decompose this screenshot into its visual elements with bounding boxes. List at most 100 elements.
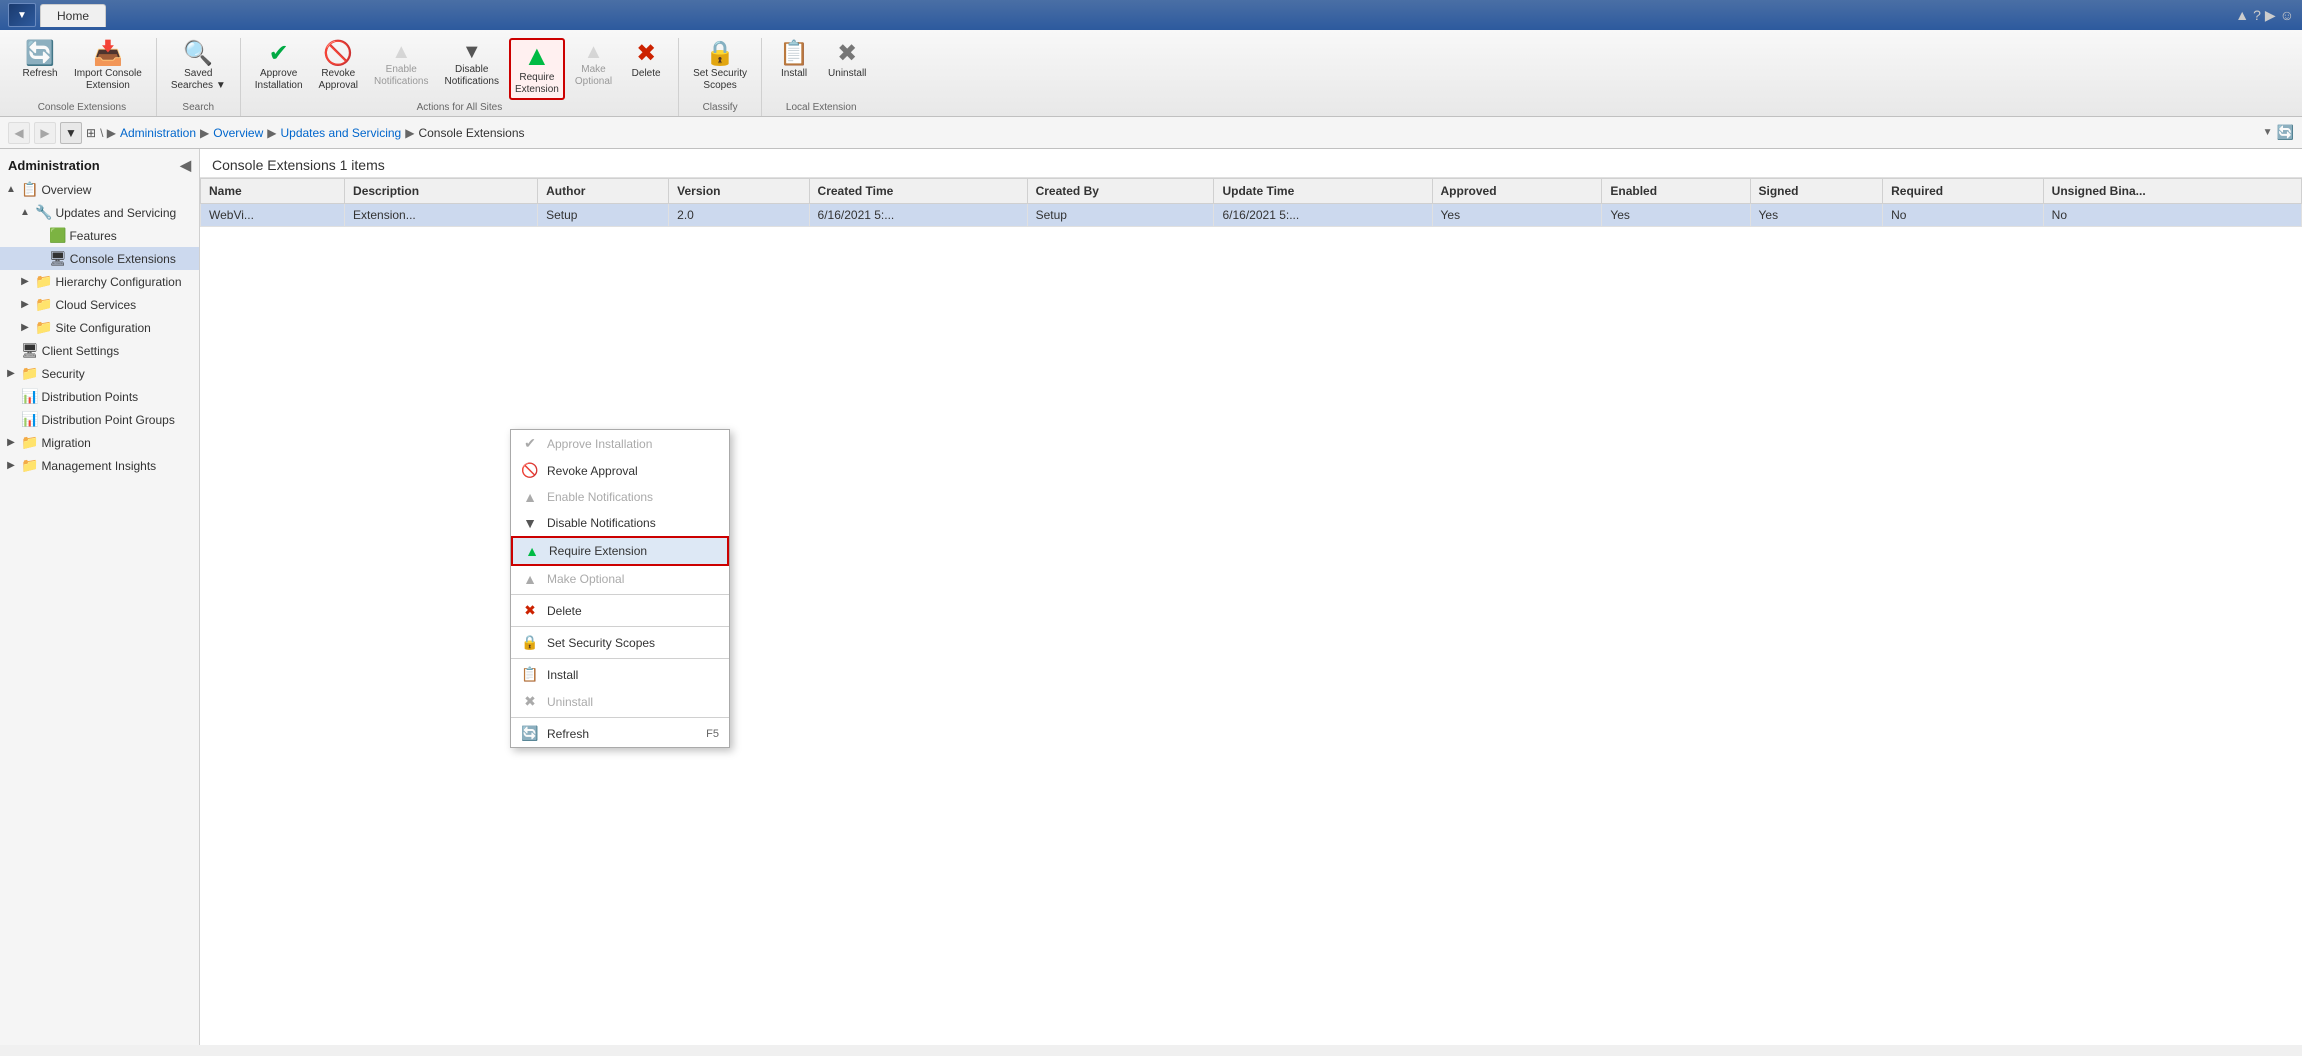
ribbon-group-label-local: Local Extension [786,102,857,116]
refresh-button[interactable]: 🔄 Refresh [16,38,64,84]
saved-searches-button[interactable]: 🔍 SavedSearches ▼ [165,38,232,96]
cell-update-time: 6/16/2021 5:... [1214,204,1432,227]
title-bar: ▼ Home ▲ ? ▶ ☺ [0,0,2302,30]
breadcrumb-overview[interactable]: Overview [213,126,263,140]
cell-approved: Yes [1432,204,1602,227]
sidebar-item-updates-servicing[interactable]: ▲ 🔧 Updates and Servicing [0,201,199,224]
ctx-refresh[interactable]: 🔄 Refresh F5 [511,720,729,747]
ctx-approve-installation[interactable]: ✔ Approve Installation [511,430,729,457]
ctx-set-security-scopes[interactable]: 🔒 Set Security Scopes [511,629,729,656]
user-btn[interactable]: ☺ [2280,7,2294,23]
ctx-uninstall[interactable]: ✖ Uninstall [511,688,729,715]
sidebar-item-migration[interactable]: ▶ 📁 Migration [0,431,199,454]
ctx-require-label: Require Extension [549,544,647,558]
sidebar-item-distribution-points[interactable]: 📊 Distribution Points [0,385,199,408]
ctx-revoke-icon: 🚫 [521,462,539,479]
sidebar-item-cloud-services[interactable]: ▶ 📁 Cloud Services [0,293,199,316]
col-required[interactable]: Required [1883,179,2044,204]
revoke-approval-button[interactable]: 🚫 RevokeApproval [313,38,364,96]
ctx-enable-notify-label: Enable Notifications [547,490,653,504]
cell-description: Extension... [345,204,538,227]
disable-notifications-button[interactable]: ▼ DisableNotifications [438,38,504,92]
ctx-make-optional[interactable]: ▲ Make Optional [511,566,729,592]
cell-version: 2.0 [669,204,809,227]
ctx-disable-notifications[interactable]: ▼ Disable Notifications [511,510,729,536]
ribbon-group-console-extensions: 🔄 Refresh 📥 Import ConsoleExtension Cons… [8,38,157,116]
sidebar-header: Administration ◀ [0,149,199,178]
enable-notifications-button[interactable]: ▲ EnableNotifications [368,38,434,92]
col-update-time[interactable]: Update Time [1214,179,1432,204]
install-button[interactable]: 📋 Install [770,38,818,84]
col-created-by[interactable]: Created By [1027,179,1214,204]
ctx-disable-notify-label: Disable Notifications [547,516,656,530]
ribbon-group-search: 🔍 SavedSearches ▼ Search [157,38,241,116]
ctx-optional-icon: ▲ [521,571,539,587]
app-logo: ▼ [8,3,36,27]
home-tab[interactable]: Home [40,4,106,27]
ctx-enable-notifications[interactable]: ▲ Enable Notifications [511,484,729,510]
col-version[interactable]: Version [669,179,809,204]
sidebar-item-site-config[interactable]: ▶ 📁 Site Configuration [0,316,199,339]
sidebar-item-distribution-point-groups[interactable]: 📊 Distribution Point Groups [0,408,199,431]
col-description[interactable]: Description [345,179,538,204]
ctx-sep-4 [511,717,729,718]
help-btn[interactable]: ? [2253,7,2261,23]
import-console-button[interactable]: 📥 Import ConsoleExtension [68,38,148,96]
ribbon: 🔄 Refresh 📥 Import ConsoleExtension Cons… [0,30,2302,117]
ctx-optional-label: Make Optional [547,572,624,586]
sidebar-item-hierarchy-config[interactable]: ▶ 📁 Hierarchy Configuration [0,270,199,293]
breadcrumb-administration[interactable]: Administration [120,126,196,140]
sidebar-item-client-settings[interactable]: 🖥 Client Settings [0,339,199,362]
ctx-install[interactable]: 📋 Install [511,661,729,688]
minimize-btn[interactable]: ▲ [2235,7,2249,23]
content-table: Name Description Author Version Created … [200,178,2302,227]
ctx-delete-label: Delete [547,604,582,618]
cell-created-time: 6/16/2021 5:... [809,204,1027,227]
nav-grid-icon: ⊞ [86,126,96,140]
ribbon-group-label-console: Console Extensions [38,102,126,116]
ctx-refresh-shortcut: F5 [706,728,719,740]
ctx-refresh-icon: 🔄 [521,725,539,742]
make-optional-button[interactable]: ▲ MakeOptional [569,38,618,92]
set-security-scopes-button[interactable]: 🔒 Set SecurityScopes [687,38,753,96]
col-created-time[interactable]: Created Time [809,179,1027,204]
ribbon-group-label-actions: Actions for All Sites [417,102,503,116]
ctx-revoke-approval[interactable]: 🚫 Revoke Approval [511,457,729,484]
sidebar-item-security[interactable]: ▶ 📁 Security [0,362,199,385]
ribbon-group-classify: 🔒 Set SecurityScopes Classify [679,38,762,116]
col-name[interactable]: Name [201,179,345,204]
require-extension-button[interactable]: ▲ RequireExtension [509,38,565,100]
nav-refresh-button[interactable]: 🔄 [2277,124,2294,141]
ctx-sep-2 [511,626,729,627]
sidebar-item-console-extensions[interactable]: 🖥 Console Extensions [0,247,199,270]
col-signed[interactable]: Signed [1750,179,1883,204]
ctx-require-extension[interactable]: ▲ Require Extension [511,536,729,566]
context-menu: ✔ Approve Installation 🚫 Revoke Approval… [510,429,730,748]
col-author[interactable]: Author [538,179,669,204]
sidebar-item-management-insights[interactable]: ▶ 📁 Management Insights [0,454,199,477]
uninstall-button[interactable]: ✖ Uninstall [822,38,872,84]
ctx-sep-3 [511,658,729,659]
notification-btn[interactable]: ▶ [2265,7,2276,24]
col-unsigned-binary[interactable]: Unsigned Bina... [2043,179,2301,204]
ctx-delete[interactable]: ✖ Delete [511,597,729,624]
breadcrumb-console-extensions: Console Extensions [418,126,524,140]
back-button[interactable]: ◀ [8,122,30,144]
breadcrumb-updates-servicing[interactable]: Updates and Servicing [280,126,401,140]
sidebar-collapse-button[interactable]: ◀ [180,157,191,174]
ctx-refresh-label: Refresh [547,727,589,741]
table-row[interactable]: WebVi... Extension... Setup 2.0 6/16/202… [201,204,2302,227]
nav-dropdown-button[interactable]: ▼ [60,122,82,144]
delete-button[interactable]: ✖ Delete [622,38,670,84]
nav-breadcrumb-dropdown[interactable]: ▼ [2263,127,2273,138]
sidebar-item-features[interactable]: 🟩 Features [0,224,199,247]
col-approved[interactable]: Approved [1432,179,1602,204]
forward-button[interactable]: ▶ [34,122,56,144]
sidebar-item-overview[interactable]: ▲ 📋 Overview [0,178,199,201]
ctx-sep-1 [511,594,729,595]
approve-installation-button[interactable]: ✔ ApproveInstallation [249,38,309,96]
ribbon-group-actions: ✔ ApproveInstallation 🚫 RevokeApproval ▲… [241,38,679,116]
col-enabled[interactable]: Enabled [1602,179,1750,204]
ribbon-group-label-search: Search [182,102,214,116]
ctx-security-icon: 🔒 [521,634,539,651]
